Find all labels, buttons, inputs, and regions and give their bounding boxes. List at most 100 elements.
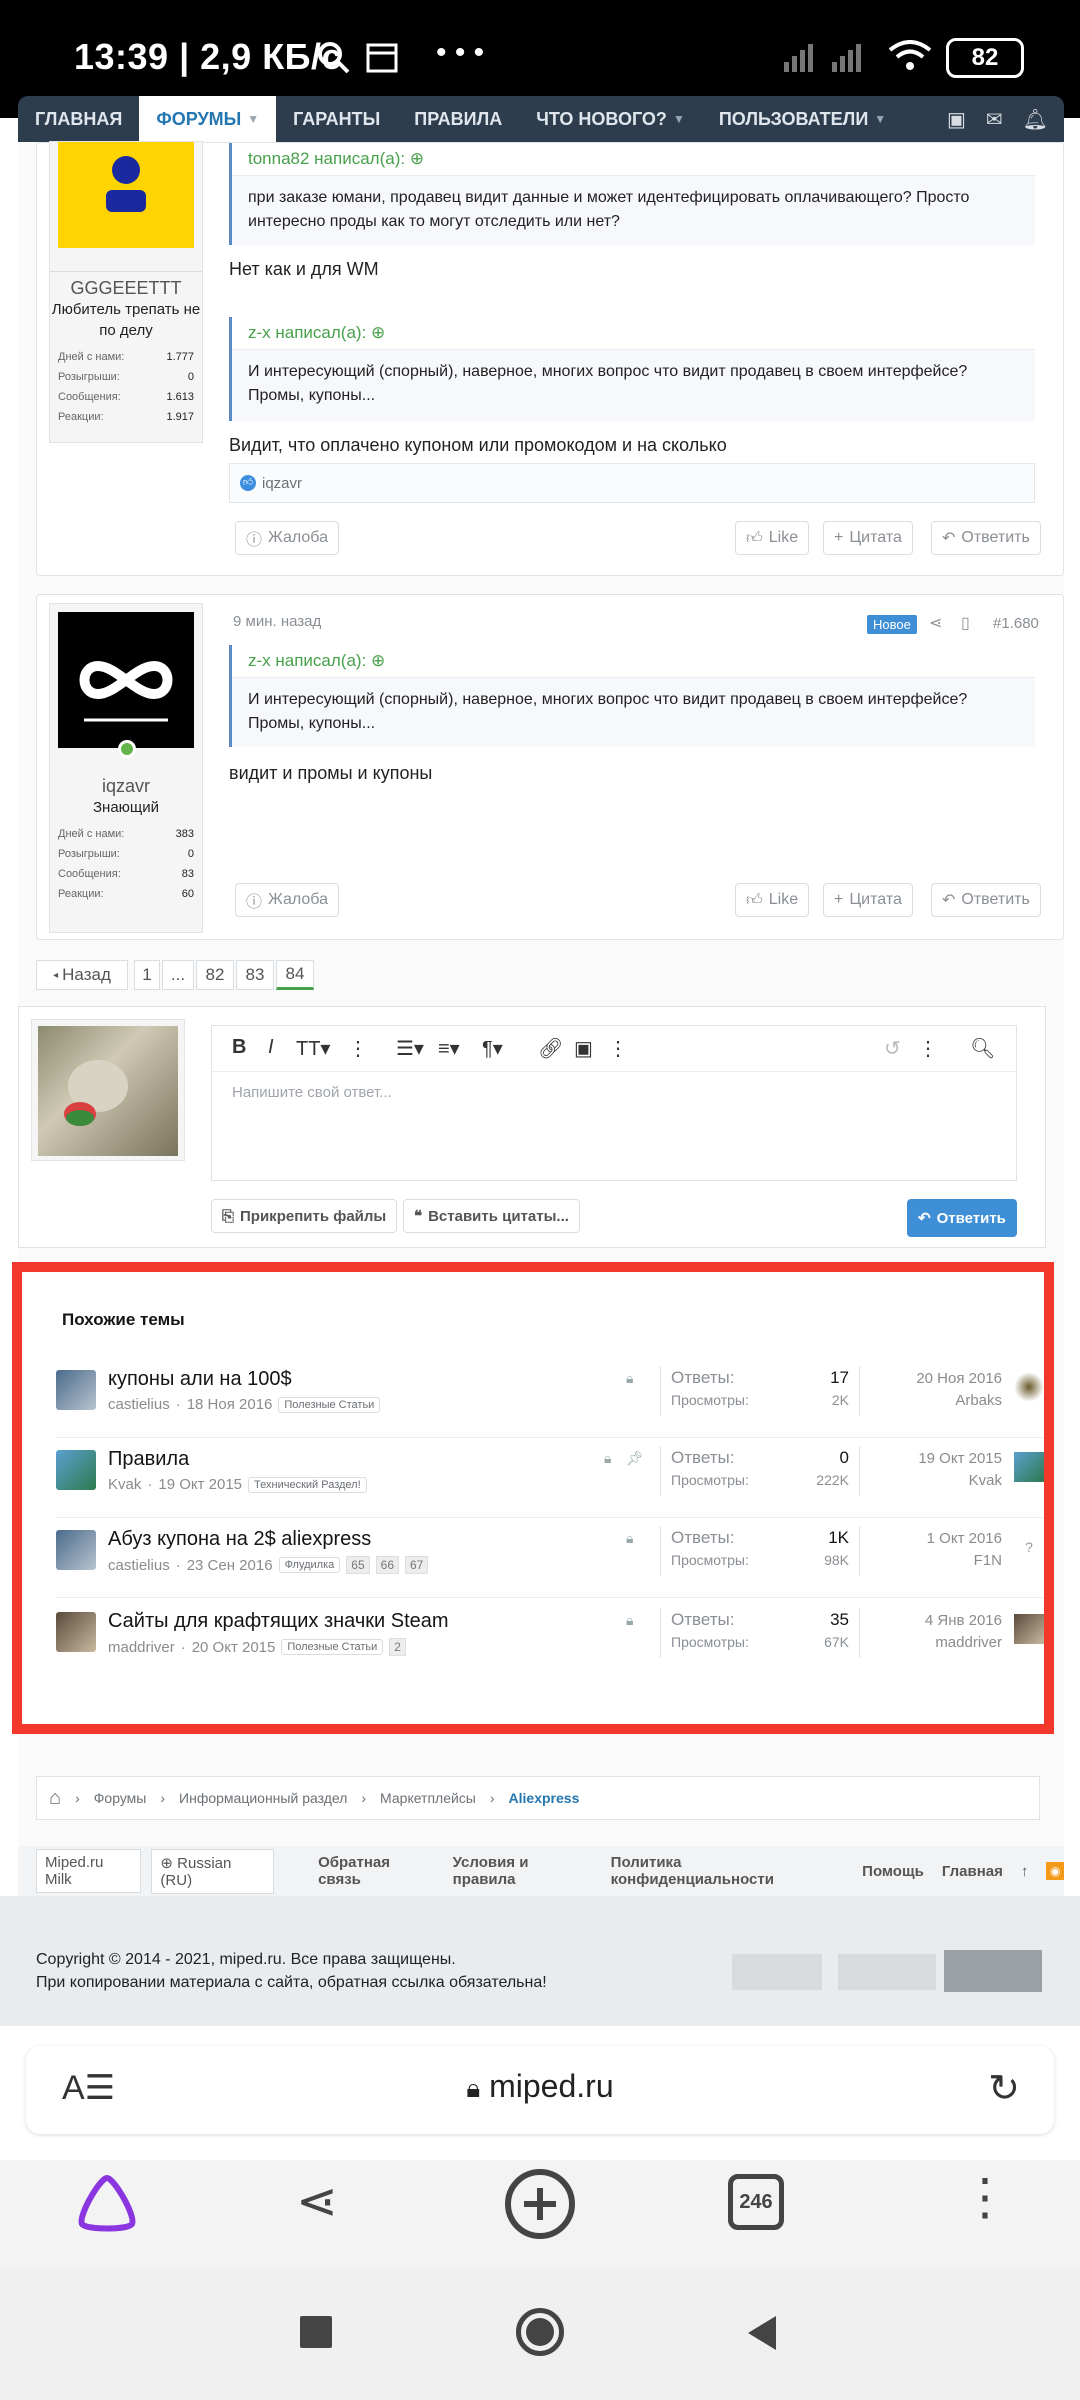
more-vertical-icon[interactable]: ⋮ — [348, 1036, 368, 1061]
more-vertical-icon[interactable]: ⋮ — [918, 1036, 938, 1061]
thread-prefix-tag[interactable]: Технический Раздел! — [248, 1476, 367, 1493]
chevron-down-icon[interactable]: ▼ — [874, 96, 886, 142]
image-icon[interactable]: ▣ — [574, 1036, 593, 1061]
thread-author[interactable]: castielius — [108, 1396, 170, 1413]
language-chooser[interactable]: ⊕ Russian (RU) — [151, 1848, 275, 1894]
nav-guarantors[interactable]: ГАРАНТЫ — [276, 96, 397, 142]
nav-users[interactable]: ПОЛЬЗОВАТЕЛИ ▼ — [702, 96, 903, 142]
thread-prefix-tag[interactable]: Полезные Статьи — [281, 1639, 384, 1655]
footer-link[interactable]: Условия и правила — [453, 1854, 593, 1888]
thread-author-avatar[interactable] — [56, 1450, 96, 1490]
back-icon[interactable] — [744, 2314, 780, 2357]
reaction-user[interactable]: iqzavr — [262, 475, 302, 492]
thread-title[interactable]: Абуз купона на 2$ aliexpress — [108, 1528, 371, 1551]
thread-page-link[interactable]: 2 — [389, 1638, 406, 1656]
browser-url-bar[interactable]: A☰ 🔒︎ miped.ru ↻ — [26, 2046, 1054, 2134]
reload-icon[interactable]: ↻ — [988, 2066, 1020, 2111]
breadcrumb-item-current[interactable]: Aliexpress — [509, 1790, 580, 1806]
report-button[interactable]: ⓘ Жалоба — [235, 521, 339, 555]
report-button[interactable]: ⓘ Жалоба — [235, 883, 339, 917]
alice-assistant-icon[interactable] — [74, 2172, 140, 2237]
mail-icon[interactable]: ✉ — [986, 107, 1003, 132]
thread-row[interactable]: Абуз купона на 2$ aliexpress castielius ·… — [56, 1518, 1044, 1598]
thread-row[interactable]: Правила Kvak · 19 Окт 2015 Технический Разд… — [56, 1438, 1044, 1518]
thread-row[interactable]: Сайты для крафтящих значки Steam maddriv… — [56, 1600, 1044, 1680]
breadcrumb-item[interactable]: Маркетплейсы — [380, 1790, 476, 1806]
thread-author-avatar[interactable] — [56, 1530, 96, 1570]
insert-quotes-button[interactable]: ❝ Вставить цитаты... — [403, 1199, 580, 1233]
user-avatar[interactable] — [58, 142, 194, 248]
pagination-back[interactable]: ◂ Назад — [36, 960, 128, 990]
italic-icon[interactable]: I — [268, 1036, 274, 1059]
arrow-up-icon[interactable]: ⊕ — [371, 323, 385, 342]
quote-header[interactable]: z-x написал(а): ⊕ — [232, 645, 1035, 678]
quote-button[interactable]: + Цитата — [823, 521, 913, 555]
nav-forums[interactable]: ФОРУМЫ ▼ — [139, 96, 277, 142]
post-time[interactable]: 9 мин. назад — [233, 613, 321, 630]
more-vertical-icon[interactable]: ⋮ — [608, 1036, 628, 1061]
reactions-bar[interactable]: 👍︎ iqzavr — [229, 463, 1035, 503]
new-tab-icon[interactable] — [504, 2168, 576, 2245]
my-avatar[interactable] — [38, 1026, 178, 1156]
like-button[interactable]: 👍︎ Like — [735, 521, 810, 555]
style-chooser[interactable]: Miped.ru Milk — [36, 1849, 142, 1893]
reply-button[interactable]: ↶ Ответить — [931, 883, 1041, 917]
home-button-icon[interactable] — [516, 2308, 564, 2356]
thread-author[interactable]: Kvak — [108, 1476, 141, 1493]
thread-page-link[interactable]: 65 — [346, 1556, 370, 1574]
thread-author-avatar[interactable] — [56, 1370, 96, 1410]
like-button[interactable]: 👍︎ Like — [735, 883, 810, 917]
thread-title[interactable]: Правила — [108, 1448, 189, 1471]
chevron-down-icon[interactable]: ▼ — [673, 96, 685, 142]
undo-icon[interactable]: ↺ — [884, 1036, 901, 1061]
last-post-date[interactable]: 20 Ноя 2016 — [916, 1368, 1002, 1390]
quote-button[interactable]: + Цитата — [823, 883, 913, 917]
user-avatar[interactable] — [58, 612, 194, 758]
pagination-page[interactable]: 83 — [236, 960, 274, 990]
submit-reply-button[interactable]: ↶ Ответить — [907, 1199, 1017, 1237]
last-post-user[interactable]: Kvak — [918, 1470, 1002, 1492]
last-post-user[interactable]: maddriver — [925, 1632, 1002, 1654]
footer-link[interactable]: Обратная связь — [318, 1854, 435, 1888]
nav-home[interactable]: ГЛАВНАЯ — [18, 96, 139, 142]
thread-page-link[interactable]: 66 — [375, 1556, 399, 1574]
unknown-avatar-icon[interactable]: ? — [1014, 1532, 1044, 1562]
bell-icon[interactable]: 🔔︎ — [1023, 107, 1048, 132]
pagination-page[interactable]: 82 — [196, 960, 234, 990]
arrow-up-icon[interactable]: ↑ — [1021, 1863, 1029, 1880]
quote-header[interactable]: tonna82 написал(а): ⊕ — [232, 143, 1035, 176]
list-icon[interactable]: ☰▾ — [396, 1036, 424, 1061]
last-poster-avatar[interactable] — [1014, 1614, 1044, 1644]
thread-title[interactable]: купоны али на 100$ — [108, 1368, 292, 1391]
pagination-page[interactable]: 1 — [134, 960, 160, 990]
breadcrumb-item[interactable]: Информационный раздел — [179, 1790, 347, 1806]
bookmark-icon[interactable]: ▯ — [961, 613, 970, 633]
text-size-icon[interactable]: TT▾ — [296, 1036, 330, 1061]
reply-input[interactable]: Напишите свой ответ... — [212, 1072, 1016, 1113]
nav-whats-new[interactable]: ЧТО НОВОГО? ▼ — [519, 96, 702, 142]
footer-link[interactable]: Помощь — [862, 1863, 924, 1880]
thread-title[interactable]: Сайты для крафтящих значки Steam — [108, 1610, 449, 1633]
thread-row[interactable]: купоны али на 100$ castielius · 18 Ноя 201… — [56, 1358, 1044, 1438]
more-vertical-icon[interactable]: ⋮ — [960, 2168, 1010, 2226]
rss-icon[interactable]: ◉ — [1046, 1862, 1064, 1880]
reply-button[interactable]: ↶ Ответить — [931, 521, 1041, 555]
quote-header[interactable]: z-x написал(а): ⊕ — [232, 317, 1035, 350]
bold-icon[interactable]: B — [232, 1036, 246, 1059]
last-poster-avatar[interactable] — [1014, 1372, 1044, 1402]
pagination-ellipsis[interactable]: ... — [162, 960, 194, 990]
tabs-counter[interactable]: 246 — [728, 2174, 784, 2230]
attach-files-button[interactable]: ⎘ Прикрепить файлы — [211, 1199, 398, 1233]
thread-author[interactable]: castielius — [108, 1557, 170, 1574]
counter-badge-icon[interactable] — [732, 1954, 822, 1990]
last-post-date[interactable]: 1 Окт 2016 — [927, 1528, 1002, 1550]
nav-rules[interactable]: ПРАВИЛА — [397, 96, 519, 142]
user-avatar-icon[interactable]: ▣ — [947, 107, 966, 132]
post-number[interactable]: #1.680 — [993, 615, 1039, 632]
footer-link[interactable]: Политика конфиденциальности — [611, 1854, 844, 1888]
thread-author-avatar[interactable] — [56, 1612, 96, 1652]
share-icon[interactable]: ⋖ — [296, 2172, 338, 2230]
chevron-down-icon[interactable]: ▼ — [247, 96, 259, 142]
arrow-up-icon[interactable]: ⊕ — [371, 651, 385, 670]
footer-link[interactable]: Главная — [942, 1863, 1003, 1880]
